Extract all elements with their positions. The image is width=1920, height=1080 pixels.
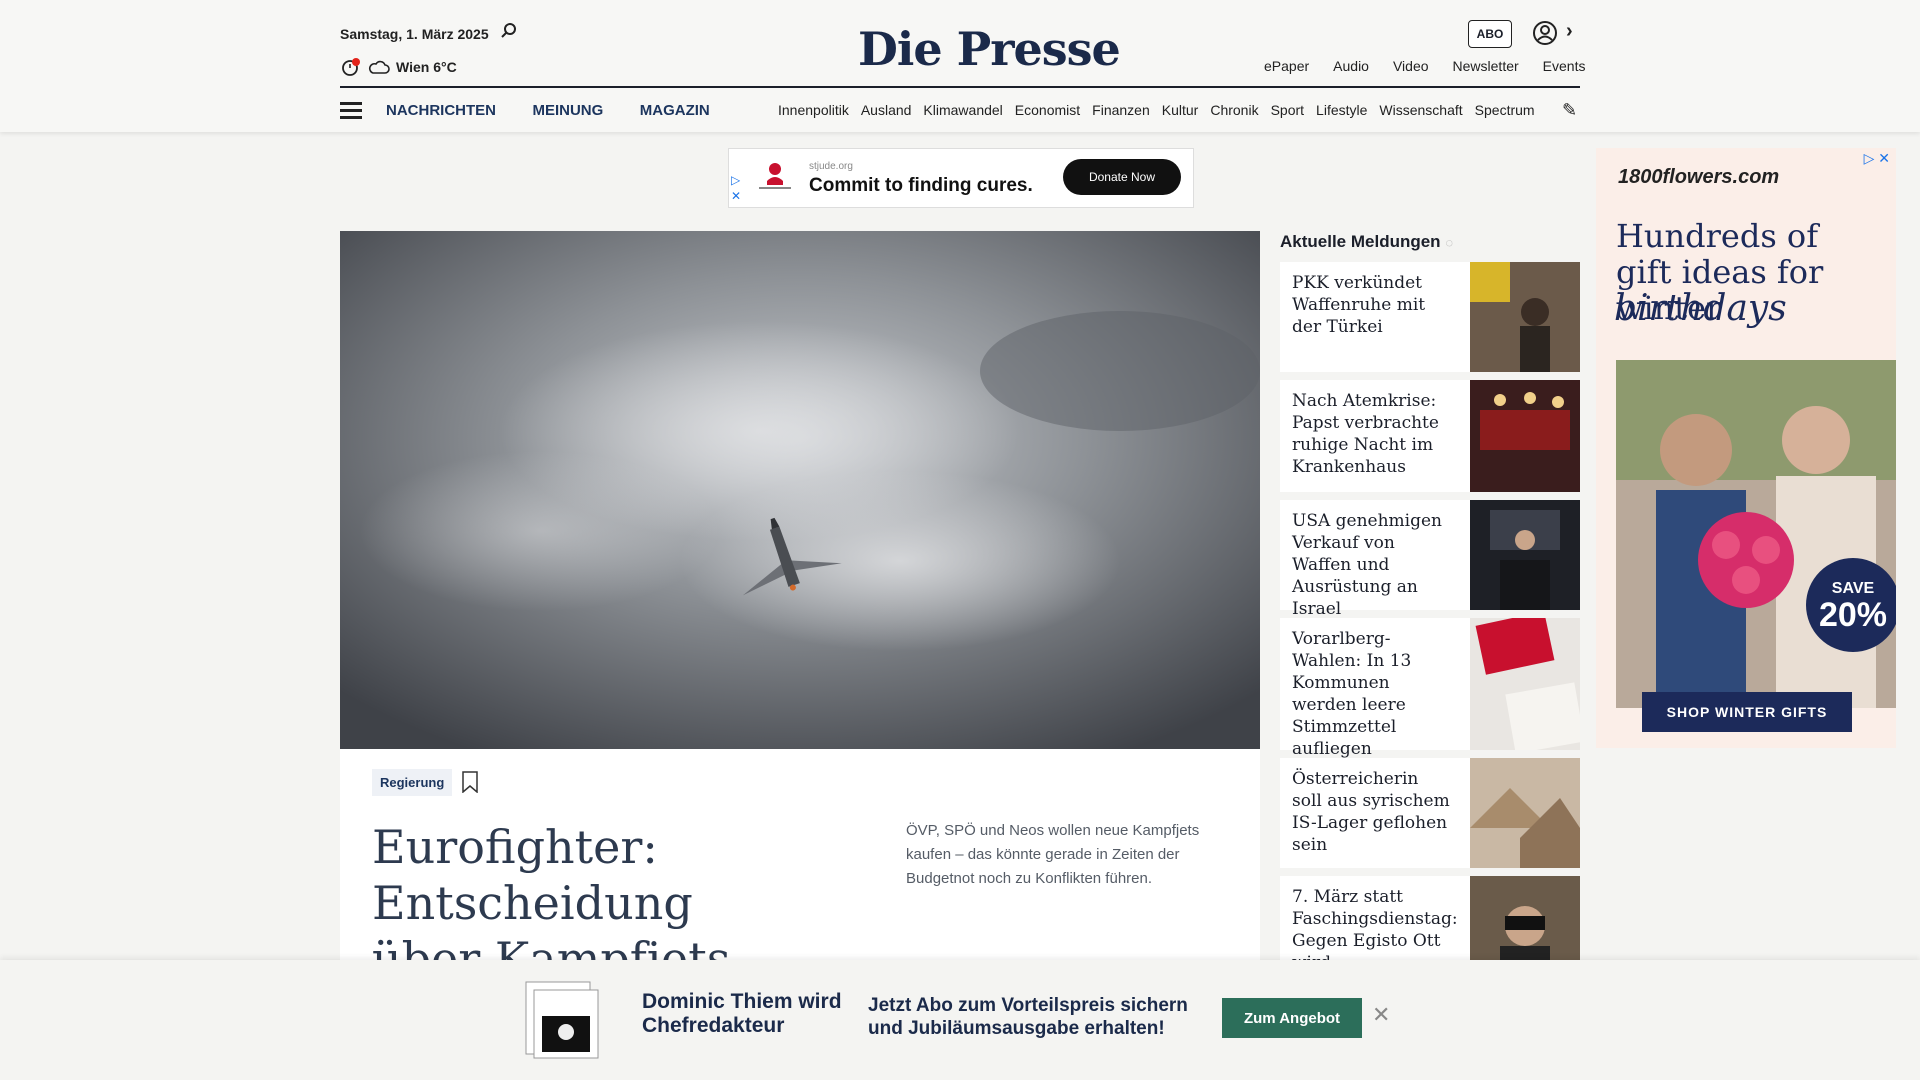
- nav-spectrum[interactable]: Spectrum: [1475, 102, 1535, 118]
- live-indicator-icon: ◌: [1445, 235, 1454, 250]
- nav-innenpolitik[interactable]: Innenpolitik: [778, 102, 849, 118]
- ad-message: Commit to finding cures.: [809, 175, 1033, 196]
- subscription-banner: Dominic Thiem wird Chefredakteur Jetzt A…: [0, 960, 1920, 1080]
- news-headline: Vorarlberg-Wahlen: In 13 Kommunen werden…: [1292, 629, 1412, 759]
- newspaper-thumbnail: [525, 981, 599, 1059]
- close-icon[interactable]: ✕: [1372, 1002, 1390, 1028]
- nav-ausland[interactable]: Ausland: [861, 102, 912, 118]
- header-divider: [340, 86, 1580, 88]
- ad-couple-flowers-photo: [1616, 360, 1896, 708]
- nav-kultur[interactable]: Kultur: [1162, 102, 1199, 118]
- clock-notification-icon[interactable]: [340, 56, 362, 78]
- ad-script-text: birthdays: [1614, 288, 1787, 329]
- weather-widget[interactable]: Wien 6°C: [340, 56, 457, 78]
- nav-economist[interactable]: Economist: [1015, 102, 1080, 118]
- article-teaser: ÖVP, SPÖ und Neos wollen neue Kampfjets …: [906, 822, 1200, 887]
- ad-source: stjude.org: [809, 161, 853, 172]
- link-video[interactable]: Video: [1393, 58, 1429, 74]
- nav-finanzen[interactable]: Finanzen: [1092, 102, 1150, 118]
- main-navigation: NACHRICHTEN MEINUNG MAGAZIN Innenpolitik…: [340, 100, 1580, 122]
- news-title-text: Aktuelle Meldungen: [1280, 232, 1441, 251]
- link-events[interactable]: Events: [1543, 58, 1586, 74]
- shop-winter-gifts-button[interactable]: SHOP WINTER GIFTS: [1642, 692, 1852, 732]
- donate-now-button[interactable]: Donate Now: [1063, 159, 1181, 195]
- hero-image[interactable]: [340, 231, 1260, 749]
- nav-klimawandel[interactable]: Klimawandel: [923, 102, 1002, 118]
- news-item[interactable]: PKK verkündet Waffenruhe mit der Türkei: [1280, 262, 1580, 372]
- news-section-title: Aktuelle Meldungen ◌: [1280, 232, 1453, 252]
- chevron-right-icon[interactable]: ›: [1566, 20, 1573, 43]
- nav-meinung[interactable]: MEINUNG: [532, 102, 603, 119]
- news-thumbnail: [1470, 380, 1580, 492]
- news-headline: Nach Atemkrise: Papst verbrachte ruhige …: [1292, 391, 1439, 477]
- section-nav: Innenpolitik Ausland Klimawandel Economi…: [778, 102, 1562, 118]
- ad-close-icon[interactable]: ✕: [731, 189, 741, 203]
- news-thumbnail: [1470, 618, 1580, 750]
- zum-angebot-button[interactable]: Zum Angebot: [1222, 998, 1362, 1038]
- nav-chronik[interactable]: Chronik: [1210, 102, 1258, 118]
- category-tag[interactable]: Regierung: [372, 769, 453, 796]
- top-ad-banner[interactable]: ▷ ✕ stjude.org Commit to finding cures. …: [728, 148, 1194, 208]
- primary-nav: NACHRICHTEN MEINUNG MAGAZIN: [386, 102, 742, 120]
- eurofighter-photo: [340, 231, 1260, 749]
- right-ad[interactable]: ▷ ✕ 1800flowers.com Hundreds of gift ide…: [1596, 148, 1896, 748]
- news-thumbnail: [1470, 500, 1580, 610]
- news-thumbnail: [1470, 262, 1580, 372]
- link-epaper[interactable]: ePaper: [1264, 58, 1309, 74]
- news-item[interactable]: USA genehmigen Verkauf von Waffen und Au…: [1280, 500, 1580, 619]
- adchoices-icon[interactable]: ▷: [731, 173, 740, 187]
- news-headline: PKK verkündet Waffenruhe mit der Türkei: [1292, 273, 1426, 337]
- news-item[interactable]: Nach Atemkrise: Papst verbrachte ruhige …: [1280, 380, 1580, 492]
- news-headline: USA genehmigen Verkauf von Waffen und Au…: [1292, 511, 1443, 619]
- banner-offer-text: Jetzt Abo zum Vorteilspreis sichern und …: [868, 995, 1188, 1039]
- weather-cloud-sun-icon: [369, 60, 390, 74]
- nav-sport[interactable]: Sport: [1271, 102, 1304, 118]
- nav-lifestyle[interactable]: Lifestyle: [1316, 102, 1367, 118]
- user-account-icon[interactable]: [1532, 20, 1558, 46]
- ad-brand: 1800flowers.com: [1618, 166, 1780, 188]
- nav-nachrichten[interactable]: NACHRICHTEN: [386, 102, 496, 119]
- link-newsletter[interactable]: Newsletter: [1453, 58, 1519, 74]
- bookmark-icon[interactable]: [462, 771, 478, 793]
- current-date: Samstag, 1. März 2025: [340, 26, 489, 42]
- link-audio[interactable]: Audio: [1333, 58, 1369, 74]
- news-item[interactable]: Vorarlberg-Wahlen: In 13 Kommunen werden…: [1280, 618, 1580, 759]
- save-badge: SAVE 20%: [1806, 558, 1896, 652]
- top-links: ePaper Audio Video Newsletter Events: [1264, 58, 1585, 74]
- stjude-logo-icon: [759, 163, 791, 189]
- site-logo[interactable]: Die Presse: [858, 22, 1121, 76]
- pencil-icon[interactable]: ✎: [1562, 100, 1577, 121]
- nav-magazin[interactable]: MAGAZIN: [640, 102, 710, 119]
- ad-close-icon[interactable]: ▷ ✕: [1864, 150, 1890, 167]
- hamburger-menu-icon[interactable]: [340, 102, 362, 120]
- news-thumbnail: [1470, 758, 1580, 868]
- banner-headline: Dominic Thiem wird Chefredakteur: [642, 990, 842, 1037]
- abo-button[interactable]: ABO: [1468, 20, 1512, 48]
- nav-wissenschaft[interactable]: Wissenschaft: [1379, 102, 1462, 118]
- weather-text: Wien 6°C: [396, 59, 457, 75]
- news-headline: Österreicherin soll aus syrischem IS-Lag…: [1292, 769, 1450, 855]
- search-icon[interactable]: [500, 22, 518, 40]
- news-item[interactable]: Österreicherin soll aus syrischem IS-Lag…: [1280, 758, 1580, 868]
- save-percent: 20%: [1818, 596, 1888, 634]
